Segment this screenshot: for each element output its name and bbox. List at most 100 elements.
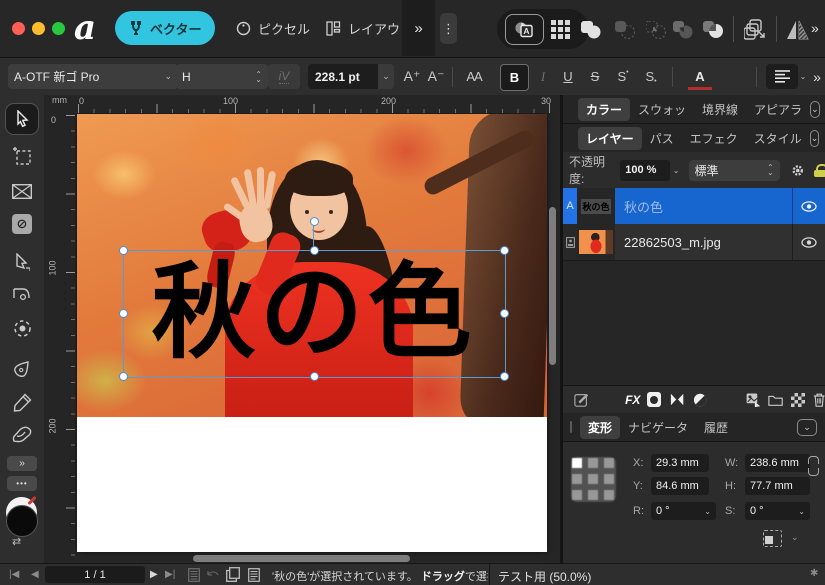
- anchor-selector[interactable]: [571, 457, 616, 502]
- flip-horizontal-button[interactable]: [786, 19, 810, 41]
- flood-select-tool[interactable]: [6, 313, 38, 343]
- live-filter-button[interactable]: [693, 392, 707, 408]
- font-family-select[interactable]: A-OTF 新ゴ Pro ⌄: [8, 64, 178, 89]
- font-size-field[interactable]: 228.1 pt: [308, 64, 378, 89]
- boolean-subtract-button[interactable]: [614, 20, 636, 40]
- selection-handle-ne[interactable]: [500, 246, 509, 255]
- layer-name[interactable]: 秋の色: [615, 188, 792, 224]
- tab-appearance[interactable]: アピアラ: [746, 98, 810, 121]
- gear-icon[interactable]: [791, 163, 805, 178]
- first-page-button[interactable]: |◀: [9, 569, 19, 580]
- selection-handle-e[interactable]: [500, 309, 509, 318]
- minimize-window-button[interactable]: [32, 22, 45, 35]
- canvas-viewport[interactable]: 秋の色: [75, 113, 560, 563]
- chevron-down-icon[interactable]: ⌄: [673, 166, 680, 175]
- panel-grip[interactable]: [570, 421, 572, 433]
- more-tools-button[interactable]: »: [7, 456, 37, 471]
- swap-colors-button[interactable]: ⇄: [12, 535, 21, 548]
- vector-brush-tool[interactable]: [6, 419, 38, 449]
- x-field[interactable]: 29.3 mm: [651, 454, 709, 472]
- selection-handle-w[interactable]: [119, 309, 128, 318]
- panel-menu-button[interactable]: ⌄: [797, 419, 817, 436]
- next-page-button[interactable]: ▶: [150, 569, 158, 580]
- edit-mask-button[interactable]: [574, 391, 589, 408]
- crop-tool[interactable]: ⊘: [6, 209, 38, 239]
- pen-tool[interactable]: [6, 353, 38, 383]
- lock-icon[interactable]: [814, 164, 825, 177]
- y-field[interactable]: 84.6 mm: [651, 477, 709, 495]
- tab-styles[interactable]: スタイル: [746, 127, 810, 150]
- decrease-size-button[interactable]: A⁻: [424, 64, 448, 89]
- opacity-field[interactable]: 100 %: [620, 160, 670, 181]
- insert-behind-button[interactable]: [743, 18, 767, 42]
- anchor-dot[interactable]: [588, 474, 598, 484]
- duplicate-page-icon[interactable]: [226, 567, 240, 582]
- place-image-button[interactable]: [746, 392, 761, 408]
- fill-color-well[interactable]: [6, 505, 38, 537]
- panel-menu-button[interactable]: ⌄: [810, 101, 820, 118]
- increase-size-button[interactable]: A⁺: [400, 64, 424, 89]
- capitalization-button[interactable]: AA: [460, 64, 488, 89]
- boolean-intersect-button[interactable]: [645, 20, 667, 40]
- anchor-dot[interactable]: [604, 474, 614, 484]
- h-field[interactable]: 77.7 mm: [745, 477, 810, 495]
- selection-handle-n[interactable]: [310, 246, 319, 255]
- zoom-window-button[interactable]: [52, 22, 65, 35]
- typography-button[interactable]: iV: [268, 64, 300, 89]
- tab-effects[interactable]: エフェク: [682, 127, 746, 150]
- previous-page-button[interactable]: ◀: [31, 569, 39, 580]
- close-window-button[interactable]: [12, 22, 25, 35]
- tab-swatches[interactable]: スウォッ: [630, 98, 694, 121]
- font-size-dropdown[interactable]: ⌄: [378, 64, 394, 89]
- boolean-add-button[interactable]: [580, 20, 602, 40]
- tab-navigator[interactable]: ナビゲータ: [620, 416, 696, 439]
- anchor-dot[interactable]: [588, 490, 598, 500]
- adjustment-button[interactable]: [670, 392, 684, 407]
- w-field[interactable]: 238.6 mm: [745, 454, 810, 472]
- rotation-handle[interactable]: [310, 217, 319, 226]
- anchor-dot[interactable]: [588, 458, 598, 468]
- layer-row-image[interactable]: 22862503_m.jpg: [563, 224, 825, 261]
- ruler-unit-corner[interactable]: mm: [44, 95, 75, 114]
- rotation-field[interactable]: 0 ° ⌄: [651, 502, 716, 520]
- tab-paths[interactable]: パス: [642, 127, 682, 150]
- bold-button[interactable]: B: [500, 64, 529, 91]
- tab-transform[interactable]: 変形: [580, 416, 620, 439]
- node-tool[interactable]: [6, 247, 38, 277]
- tab-stroke[interactable]: 境界線: [694, 98, 746, 121]
- move-tool[interactable]: [6, 104, 38, 134]
- font-color-button[interactable]: A: [688, 66, 712, 90]
- anchor-dot-active[interactable]: [572, 458, 582, 468]
- boolean-xor-button[interactable]: [672, 20, 694, 40]
- artboard-tool[interactable]: [6, 141, 38, 171]
- font-style-select[interactable]: H ⌃ ⌄: [176, 64, 268, 89]
- undo-arrow-icon[interactable]: [206, 570, 220, 580]
- new-group-button[interactable]: [768, 393, 783, 407]
- star-icon[interactable]: ✱: [810, 568, 818, 579]
- tab-vector-persona[interactable]: ベクター: [115, 11, 215, 45]
- grid-view-button[interactable]: [549, 19, 571, 39]
- layer-row-text[interactable]: A 秋の色 秋の色: [563, 188, 825, 225]
- new-layer-button[interactable]: [791, 393, 804, 407]
- strikethrough-button[interactable]: S: [585, 64, 605, 89]
- delete-layer-button[interactable]: [813, 392, 825, 408]
- titlebar-menu-button[interactable]: ⋮: [440, 13, 457, 44]
- fx-button[interactable]: FX: [625, 393, 640, 407]
- anchor-dot[interactable]: [572, 490, 582, 500]
- mask-layer-button[interactable]: [647, 392, 660, 407]
- vertical-scrollbar[interactable]: [549, 207, 556, 365]
- tab-history[interactable]: 履歴: [696, 416, 736, 439]
- selection-handle-sw[interactable]: [119, 372, 128, 381]
- selection-handle-s[interactable]: [310, 372, 319, 381]
- subscript-button[interactable]: S •: [640, 64, 662, 89]
- transform-origin-button[interactable]: [763, 530, 782, 547]
- page-indicator-field[interactable]: 1 / 1: [45, 566, 145, 583]
- panel-menu-button[interactable]: ⌄: [810, 130, 820, 147]
- more-personas-button[interactable]: »: [402, 0, 435, 56]
- superscript-button[interactable]: S •: [612, 64, 634, 89]
- layer-visibility-toggle[interactable]: [793, 188, 825, 224]
- preview-mode-button[interactable]: A: [505, 14, 544, 45]
- paragraph-align-button[interactable]: [766, 64, 798, 89]
- anchor-dot[interactable]: [604, 458, 614, 468]
- link-dimensions-icon[interactable]: [808, 456, 819, 464]
